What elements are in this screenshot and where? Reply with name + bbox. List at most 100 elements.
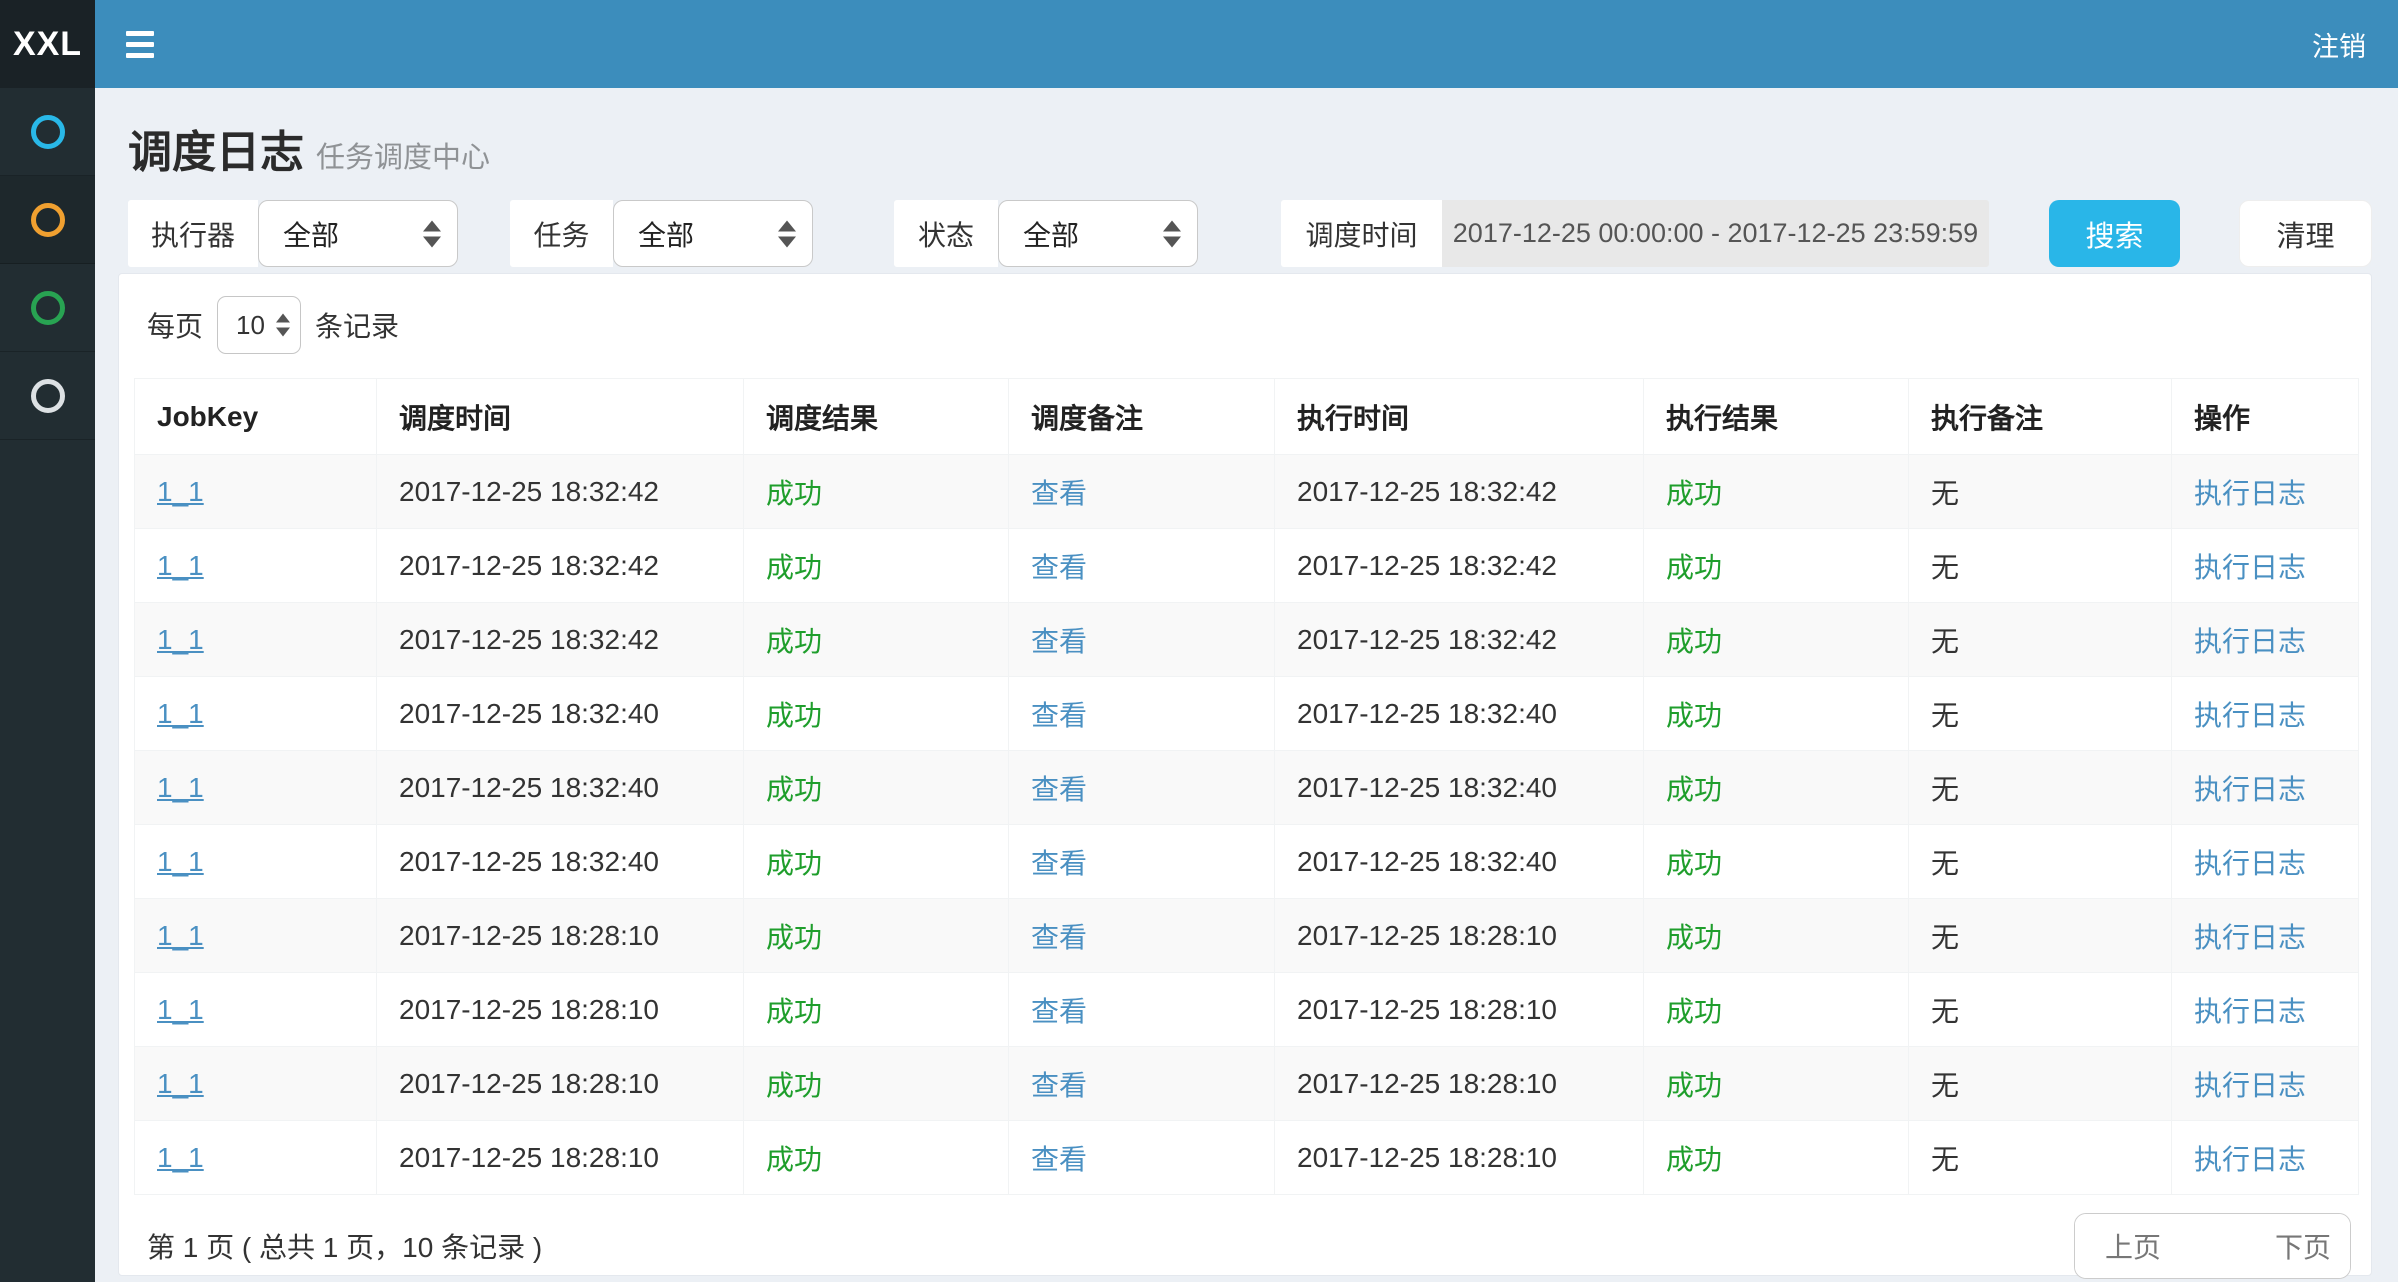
trigger-msg-link[interactable]: 查看 [1031,552,1087,583]
handle-time-cell: 2017-12-25 18:32:42 [1297,624,1557,655]
job-key-link[interactable]: 1_1 [157,920,204,951]
logo[interactable]: XXL [0,0,95,88]
handle-time-cell: 2017-12-25 18:32:40 [1297,698,1557,729]
next-page-button[interactable]: 下页 [2256,1214,2350,1278]
table-row: 1_12017-12-25 18:32:40成功查看2017-12-25 18:… [135,751,2359,825]
trigger-msg-link[interactable]: 查看 [1031,478,1087,509]
executor-select[interactable]: 全部 [258,200,458,267]
trigger-time-cell: 2017-12-25 18:32:40 [399,846,659,877]
job-key-link-td: 1_1 [135,603,377,677]
page-size-select[interactable]: 10 [217,296,301,354]
current-page-button[interactable]: 1 [2191,1214,2256,1278]
exec-log-link[interactable]: 执行日志 [2194,922,2306,953]
log-table-body: 1_12017-12-25 18:32:42成功查看2017-12-25 18:… [135,455,2359,1195]
handle-msg-cell-td: 无 [1909,973,2172,1047]
status-select[interactable]: 全部 [998,200,1198,267]
search-button[interactable]: 搜索 [2049,200,2180,267]
prev-page-button[interactable]: 上页 [2075,1214,2191,1278]
trigger-result-cell: 成功 [766,774,822,805]
trigger-msg-link[interactable]: 查看 [1031,848,1087,879]
page-size-suffix: 条记录 [315,305,399,345]
job-key-link[interactable]: 1_1 [157,994,204,1025]
handle-time-cell-td: 2017-12-25 18:28:10 [1275,973,1644,1047]
handle-result-cell: 成功 [1666,996,1722,1027]
trigger-msg-link[interactable]: 查看 [1031,774,1087,805]
trigger-msg-link[interactable]: 查看 [1031,1144,1087,1175]
pagination-summary: 第 1 页 ( 总共 1 页，10 条记录 ) [147,1226,542,1266]
trigger-time-cell: 2017-12-25 18:28:10 [399,994,659,1025]
job-select[interactable]: 全部 [613,200,813,267]
trigger-msg-link-td: 查看 [1009,603,1275,677]
log-panel: 每页 10 条记录 JobKey 调度时间 调度结果 调度备 [118,273,2372,1276]
trigger-time-cell-td: 2017-12-25 18:32:42 [377,455,744,529]
executor-select-value: 全部 [283,214,339,254]
handle-time-cell-td: 2017-12-25 18:32:42 [1275,603,1644,677]
trigger-msg-link[interactable]: 查看 [1031,700,1087,731]
exec-log-link[interactable]: 执行日志 [2194,774,2306,805]
job-key-link[interactable]: 1_1 [157,846,204,877]
page-size-value: 10 [236,310,265,341]
exec-log-link[interactable]: 执行日志 [2194,478,2306,509]
circle-icon [31,291,65,325]
trigger-msg-link-td: 查看 [1009,529,1275,603]
handle-result-cell-td: 成功 [1644,751,1909,825]
handle-time-cell: 2017-12-25 18:28:10 [1297,1068,1557,1099]
job-key-link-td: 1_1 [135,899,377,973]
executor-filter-group: 执行器 全部 [128,200,458,267]
table-row: 1_1 2017-12-25 18:28:10 成功 查看 2017-12-25 18:… [135,973,2359,1047]
main-content: 调度日志任务调度中心 执行器 全部 任务 全部 状态 全部 [95,88,2398,1282]
trigger-msg-link[interactable]: 查看 [1031,922,1087,953]
exec-log-link-td: 执行日志 [2172,603,2359,677]
sidebar-item-nav-job-log[interactable] [0,176,95,264]
table-row: 1_12017-12-25 18:28:10成功查看2017-12-25 18:… [135,1121,2359,1195]
exec-log-link[interactable]: 执行日志 [2194,996,2306,1027]
handle-msg-cell: 无 [1931,1144,1959,1175]
exec-log-link[interactable]: 执行日志 [2194,552,2306,583]
sidebar-toggle-button[interactable] [110,0,170,88]
trigger-time-cell-td: 2017-12-25 18:28:10 [377,1047,744,1121]
job-key-link[interactable]: 1_1 [157,1142,204,1173]
handle-time-cell: 2017-12-25 18:32:42 [1297,550,1557,581]
sidebar-item-nav-group[interactable] [0,352,95,440]
trigger-time-cell: 2017-12-25 18:32:42 [399,624,659,655]
handle-result-cell: 成功 [1666,1144,1722,1175]
handle-time-cell-td: 2017-12-25 18:32:40 [1275,677,1644,751]
exec-log-link[interactable]: 执行日志 [2194,626,2306,657]
trigger-result-cell: 成功 [766,1144,822,1175]
handle-result-cell: 成功 [1666,552,1722,583]
app-window: XXL 注销 调度日志任务调度中心 执行器 全部 任务 [0,0,2398,1282]
trigger-msg-link[interactable]: 查看 [1031,996,1087,1027]
trigger-result-cell: 成功 [766,478,822,509]
exec-log-link-td: 执行日志 [2172,1047,2359,1121]
handle-msg-cell-td: 无 [1909,825,2172,899]
handle-msg-cell-td: 无 [1909,455,2172,529]
exec-log-link[interactable]: 执行日志 [2194,1144,2306,1175]
trigger-result-cell-td: 成功 [744,603,1009,677]
job-key-link[interactable]: 1_1 [157,624,204,655]
page-header: 调度日志任务调度中心 [95,88,2398,180]
job-key-link-td: 1_1 [135,973,377,1047]
time-range-input[interactable]: 2017-12-25 00:00:00 - 2017-12-25 23:59:5… [1442,200,1989,267]
trigger-time-cell-td: 2017-12-25 18:28:10 [377,1121,744,1195]
logout-button[interactable]: 注销 [2306,0,2372,88]
job-key-link[interactable]: 1_1 [157,550,204,581]
trigger-time-cell: 2017-12-25 18:32:40 [399,698,659,729]
sidebar-item-nav-dashboard[interactable] [0,88,95,176]
handle-result-cell: 成功 [1666,478,1722,509]
job-key-link[interactable]: 1_1 [157,476,204,507]
handle-msg-cell-td: 无 [1909,603,2172,677]
trigger-msg-link[interactable]: 查看 [1031,626,1087,657]
job-key-link[interactable]: 1_1 [157,772,204,803]
exec-log-link[interactable]: 执行日志 [2194,1070,2306,1101]
job-key-link[interactable]: 1_1 [157,698,204,729]
trigger-msg-link[interactable]: 查看 [1031,1070,1087,1101]
trigger-msg-link-td: 查看 [1009,973,1275,1047]
exec-log-link[interactable]: 执行日志 [2194,700,2306,731]
pagination: 上页 1 下页 [2074,1213,2351,1279]
trigger-time-cell-td: 2017-12-25 18:32:40 [377,825,744,899]
page-title: 调度日志 [128,128,304,177]
sidebar-item-nav-job-info[interactable] [0,264,95,352]
exec-log-link[interactable]: 执行日志 [2194,848,2306,879]
clean-button[interactable]: 清理 [2239,200,2372,267]
job-key-link[interactable]: 1_1 [157,1068,204,1099]
